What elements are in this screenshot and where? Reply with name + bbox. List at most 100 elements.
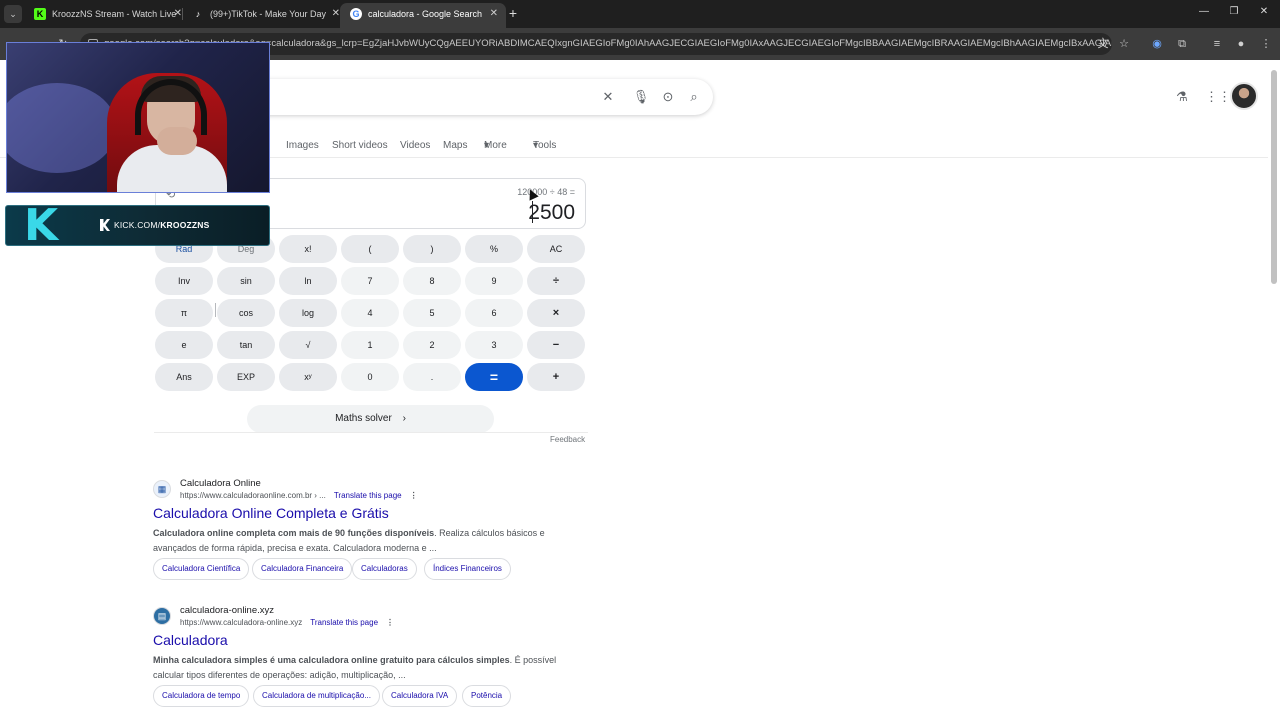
filter-maps[interactable]: Maps	[443, 136, 467, 156]
key-pi[interactable]: π	[155, 299, 213, 327]
rad-deg-separator	[215, 303, 216, 317]
translate-page-link[interactable]: Translate this page	[310, 618, 378, 627]
close-window-button[interactable]: ✕	[1257, 6, 1271, 17]
key-power[interactable]: xʸ	[279, 363, 337, 391]
google-icon: G	[350, 8, 362, 20]
search-result: ▦ Calculadora Online https://www.calcula…	[153, 478, 593, 588]
key-inv[interactable]: Inv	[155, 267, 213, 295]
tab-google-search[interactable]: G calculadora - Google Search ✕	[340, 3, 506, 28]
key-multiply[interactable]: ×	[527, 299, 585, 327]
tab-tiktok[interactable]: ♪ (99+)TikTok - Make Your Day ✕	[182, 3, 348, 28]
key-9[interactable]: 9	[465, 267, 523, 295]
sitelink-chip[interactable]: Calculadora de tempo	[153, 685, 250, 707]
key-sqrt[interactable]: √	[279, 331, 337, 359]
filter-videos[interactable]: Videos	[400, 136, 430, 156]
search-box[interactable]: ✕ 🎙 ⊙ ⌕	[200, 79, 713, 115]
page-scrollbar[interactable]	[1268, 60, 1280, 720]
sitelink-chip[interactable]: Calculadoras	[352, 558, 417, 580]
menu-icon[interactable]: ⋮	[1259, 37, 1273, 51]
voice-search-icon[interactable]: 🎙	[632, 88, 650, 106]
extensions-icon[interactable]: ⧉	[1175, 37, 1189, 51]
key-decimal[interactable]: .	[403, 363, 461, 391]
result-site-name[interactable]: Calculadora Online	[180, 478, 261, 489]
translate-icon[interactable]: 文	[1096, 37, 1110, 51]
more-options-icon[interactable]: ⋮	[386, 618, 394, 627]
apps-grid-icon[interactable]: ⋮⋮	[1205, 88, 1231, 106]
key-7[interactable]: 7	[341, 267, 399, 295]
result-snippet: Calculadora online completa com mais de …	[153, 526, 583, 556]
key-equals[interactable]: =	[465, 363, 523, 391]
sitelink-chip[interactable]: Calculadora IVA	[382, 685, 458, 707]
tab-search-button[interactable]: ⌄	[4, 5, 22, 23]
feedback-link[interactable]: Feedback	[550, 435, 585, 444]
key-close-paren[interactable]: )	[403, 235, 461, 263]
kick-icon: K	[34, 8, 46, 20]
result-snippet-bold: Calculadora online completa com mais de …	[153, 528, 435, 538]
filter-short-videos[interactable]: Short videos	[332, 136, 388, 156]
result-site-name[interactable]: calculadora-online.xyz	[180, 605, 274, 616]
streamer-webcam	[6, 42, 270, 193]
key-factorial[interactable]: x!	[279, 235, 337, 263]
key-2[interactable]: 2	[403, 331, 461, 359]
key-add[interactable]: +	[527, 363, 585, 391]
key-clear[interactable]: AC	[527, 235, 585, 263]
key-4[interactable]: 4	[341, 299, 399, 327]
key-ln[interactable]: ln	[279, 267, 337, 295]
close-tab-icon[interactable]: ✕	[490, 3, 498, 25]
key-ans[interactable]: Ans	[155, 363, 213, 391]
key-exp[interactable]: EXP	[217, 363, 275, 391]
translate-page-link[interactable]: Translate this page	[334, 491, 402, 500]
clear-search-icon[interactable]: ✕	[599, 88, 617, 106]
result-url-line: https://www.calculadoraonline.com.br › .…	[180, 491, 418, 500]
key-open-paren[interactable]: (	[341, 235, 399, 263]
calculator-divider	[154, 432, 588, 433]
scrollbar-thumb[interactable]	[1271, 70, 1277, 284]
labs-flask-icon[interactable]: ⚗	[1173, 88, 1191, 106]
result-url[interactable]: https://www.calculadora-online.xyz	[180, 618, 302, 627]
result-url[interactable]: https://www.calculadoraonline.com.br › .…	[180, 491, 326, 500]
key-percent[interactable]: %	[465, 235, 523, 263]
globe-favicon-icon: ▤	[153, 607, 171, 625]
key-8[interactable]: 8	[403, 267, 461, 295]
read-aloud-icon[interactable]: ◉	[1150, 37, 1164, 51]
calculator-favicon-icon: ▦	[153, 480, 171, 498]
close-tab-icon[interactable]: ✕	[174, 3, 182, 25]
key-1[interactable]: 1	[341, 331, 399, 359]
key-divide[interactable]: ÷	[527, 267, 585, 295]
key-e[interactable]: e	[155, 331, 213, 359]
account-avatar[interactable]	[1230, 82, 1258, 110]
kick-channel-name: KROOZZNS	[160, 220, 210, 230]
sitelink-chip[interactable]: Potência	[462, 685, 512, 707]
filter-images[interactable]: Images	[286, 136, 319, 156]
key-subtract[interactable]: −	[527, 331, 585, 359]
maximize-button[interactable]: ❐	[1227, 6, 1241, 17]
sitelink-chip[interactable]: Calculadora Científica	[153, 558, 250, 580]
key-6[interactable]: 6	[465, 299, 523, 327]
sitelink-chip[interactable]: Calculadora Financeira	[252, 558, 353, 580]
tab-kick-stream[interactable]: K KroozzNS Stream - Watch Live ✕	[24, 3, 190, 28]
key-tan[interactable]: tan	[217, 331, 275, 359]
key-5[interactable]: 5	[403, 299, 461, 327]
result-title-link[interactable]: Calculadora	[153, 632, 228, 648]
bookmark-star-icon[interactable]: ☆	[1117, 37, 1131, 51]
result-title-link[interactable]: Calculadora Online Completa e Grátis	[153, 505, 389, 521]
image-search-icon[interactable]: ⊙	[659, 88, 677, 106]
new-tab-button[interactable]: +	[505, 5, 521, 21]
profile-icon[interactable]: ●	[1234, 37, 1248, 51]
maths-solver-label: Maths solver	[335, 413, 392, 424]
more-options-icon[interactable]: ⋮	[410, 491, 418, 500]
media-controls-icon[interactable]: ≡	[1210, 37, 1224, 51]
search-icon[interactable]: ⌕	[685, 88, 703, 106]
sitelink-chip[interactable]: Calculadora de multiplicação...	[253, 685, 380, 707]
key-cos[interactable]: cos	[217, 299, 275, 327]
close-tab-icon[interactable]: ✕	[332, 3, 340, 25]
key-log[interactable]: log	[279, 299, 337, 327]
streamer-hand	[157, 127, 197, 155]
key-3[interactable]: 3	[465, 331, 523, 359]
key-sin[interactable]: sin	[217, 267, 275, 295]
chevron-right-icon: ›	[402, 413, 406, 424]
key-0[interactable]: 0	[341, 363, 399, 391]
minimize-button[interactable]: —	[1197, 6, 1211, 17]
maths-solver-button[interactable]: Maths solver ›	[247, 405, 494, 433]
sitelink-chip[interactable]: Índices Financeiros	[424, 558, 511, 580]
